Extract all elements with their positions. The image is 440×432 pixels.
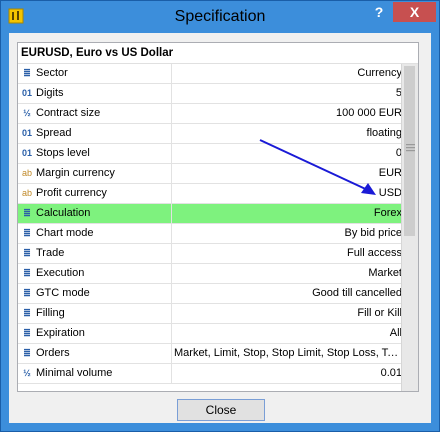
- row-value: Fill or Kill: [171, 304, 402, 323]
- row-label: Contract size: [36, 107, 101, 119]
- list-icon: ≣: [23, 348, 31, 358]
- specification-window: Specification ? X EURUSD, Euro vs US Dol…: [0, 0, 440, 432]
- list-icon: ≣: [23, 248, 31, 258]
- row-value: EUR: [171, 164, 402, 183]
- table-row[interactable]: 01 Spread floating: [18, 124, 404, 144]
- list-icon: ≣: [23, 208, 31, 218]
- table-row[interactable]: ≣ Execution Market: [18, 264, 404, 284]
- table-row[interactable]: ≣ Chart mode By bid price: [18, 224, 404, 244]
- table-row[interactable]: ab Profit currency USD: [18, 184, 404, 204]
- list-header: EURUSD, Euro vs US Dollar: [18, 43, 418, 64]
- window-close-button[interactable]: X: [393, 2, 436, 22]
- list-icon: ≣: [23, 308, 31, 318]
- text-icon: ab: [21, 188, 32, 198]
- row-label: Trade: [36, 247, 65, 259]
- table-row[interactable]: 01 Stops level 0: [18, 144, 404, 164]
- row-label: GTC mode: [36, 287, 90, 299]
- fraction-icon: ½: [23, 108, 31, 118]
- vertical-scrollbar[interactable]: — — —: [401, 64, 418, 391]
- row-label: Stops level: [36, 147, 90, 159]
- row-value: USD: [171, 184, 402, 203]
- text-icon: ab: [21, 168, 32, 178]
- row-label: Chart mode: [36, 227, 94, 239]
- scrollbar-thumb[interactable]: — — —: [404, 66, 415, 236]
- row-value: By bid price: [171, 224, 402, 243]
- table-row[interactable]: ≣ Trade Full access: [18, 244, 404, 264]
- row-value: 0.01: [171, 364, 402, 383]
- table-row[interactable]: ≣ Calculation Forex: [18, 204, 404, 224]
- digits-icon: 01: [21, 148, 32, 158]
- row-value: Market, Limit, Stop, Stop Limit, Stop Lo…: [171, 344, 402, 363]
- property-rows: ≣ Sector Currency 01 Digits 5 ½ Contract size 10…: [18, 64, 404, 384]
- table-row[interactable]: ½ Contract size 100 000 EUR: [18, 104, 404, 124]
- row-label: Calculation: [36, 207, 91, 219]
- title-bar: Specification ? X: [1, 1, 439, 33]
- list-icon: ≣: [23, 68, 31, 78]
- list-icon: ≣: [23, 288, 31, 298]
- row-label: Minimal volume: [36, 367, 113, 379]
- table-row[interactable]: ≣ Sector Currency: [18, 64, 404, 84]
- row-label: Orders: [36, 347, 70, 359]
- row-label: Profit currency: [36, 187, 107, 199]
- row-value: 0: [171, 144, 402, 163]
- row-value: 5: [171, 84, 402, 103]
- table-row[interactable]: ½ Minimal volume 0.01: [18, 364, 404, 384]
- row-label: Margin currency: [36, 167, 115, 179]
- row-value: Good till cancelled: [171, 284, 402, 303]
- table-row[interactable]: ≣ Filling Fill or Kill: [18, 304, 404, 324]
- list-icon: ≣: [23, 268, 31, 278]
- close-button[interactable]: Close: [177, 399, 265, 421]
- row-label: Filling: [36, 307, 65, 319]
- row-value: floating: [171, 124, 402, 143]
- row-value: All: [171, 324, 402, 343]
- scroll-grip-icon: — — —: [406, 139, 415, 155]
- specification-list[interactable]: EURUSD, Euro vs US Dollar ≣ Sector Currenc…: [17, 42, 419, 392]
- table-row[interactable]: ≣ GTC mode Good till cancelled: [18, 284, 404, 304]
- row-label: Expiration: [36, 327, 85, 339]
- row-value: Market: [171, 264, 402, 283]
- table-row[interactable]: 01 Digits 5: [18, 84, 404, 104]
- row-label: Sector: [36, 67, 68, 79]
- row-value: Full access: [171, 244, 402, 263]
- list-icon: ≣: [23, 228, 31, 238]
- fraction-icon: ½: [23, 368, 31, 378]
- row-label: Execution: [36, 267, 85, 279]
- row-value: Forex: [171, 204, 402, 223]
- row-value: Currency: [171, 64, 402, 83]
- row-label: Digits: [36, 87, 64, 99]
- row-value: 100 000 EUR: [171, 104, 402, 123]
- digits-icon: 01: [21, 88, 32, 98]
- table-row[interactable]: ≣ Orders Market, Limit, Stop, Stop Limit, …: [18, 344, 404, 364]
- help-button[interactable]: ?: [366, 2, 392, 22]
- list-icon: ≣: [23, 328, 31, 338]
- table-row[interactable]: ≣ Expiration All: [18, 324, 404, 344]
- digits-icon: 01: [21, 128, 32, 138]
- row-label: Spread: [36, 127, 72, 139]
- table-row[interactable]: ab Margin currency EUR: [18, 164, 404, 184]
- dialog-client: EURUSD, Euro vs US Dollar ≣ Sector Currenc…: [9, 33, 431, 423]
